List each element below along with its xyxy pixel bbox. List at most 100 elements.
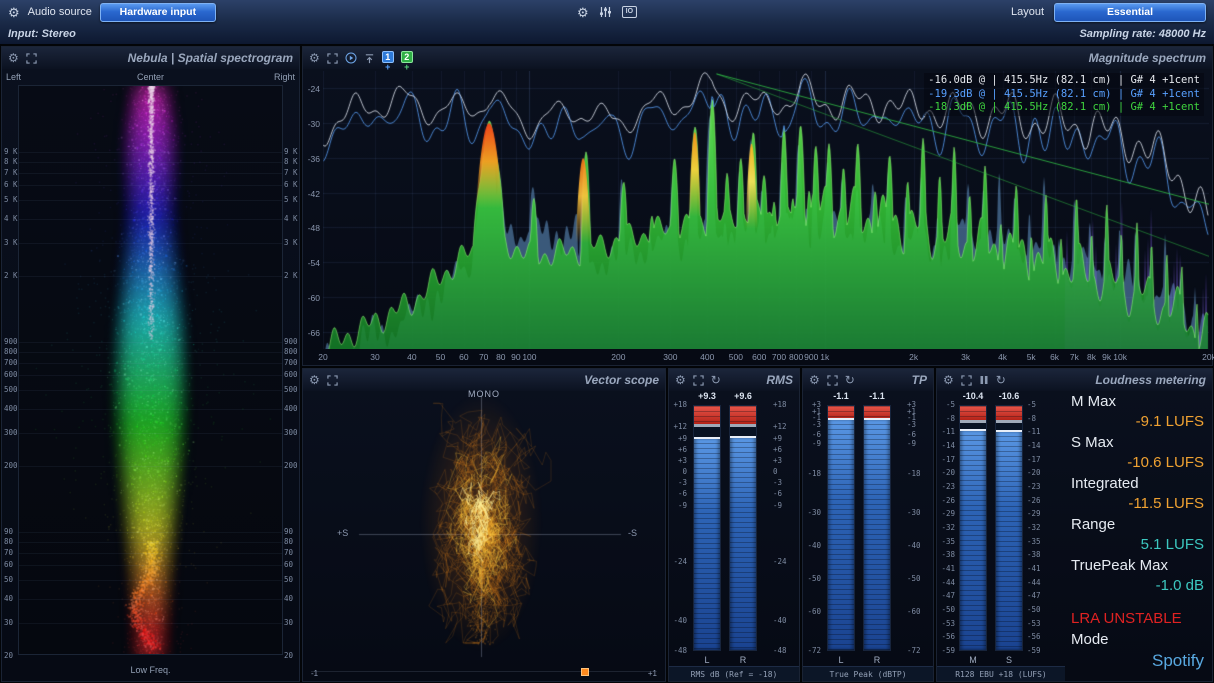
meter-tick-label: -9	[669, 502, 687, 510]
meter-tick-label: -60	[803, 608, 821, 616]
meter-peak-value: -10.6	[987, 391, 1031, 401]
spectrum-freq-tick: 20	[318, 352, 327, 362]
layout-label[interactable]: Layout	[1011, 6, 1044, 18]
essential-preset-button[interactable]: Essential	[1054, 3, 1206, 22]
spectrum-header: ⚙ 1 + 2 + Magnitude spectrum	[303, 47, 1212, 69]
loudness-mode-value[interactable]: Spotify	[1071, 651, 1204, 671]
loudness-footer: R128 EBU +18 (LUFS)	[937, 666, 1065, 681]
nebula-grid-line	[19, 276, 282, 277]
meter-bar-R	[863, 405, 891, 651]
meter-tick-label: -38	[937, 551, 955, 559]
meter-tick-label: -38	[1027, 551, 1051, 559]
meter-tick-label: -3	[803, 421, 821, 429]
meter-tick-label: -6	[907, 431, 931, 439]
nebula-freq-tick: 7 K	[4, 168, 18, 177]
meter-tick-label: -29	[1027, 510, 1051, 518]
tp-fullscreen-icon[interactable]	[827, 375, 838, 386]
loudness-reset-icon[interactable]: ↻	[996, 374, 1006, 386]
nebula-grid-line	[19, 623, 282, 624]
meter-tick-label: -50	[907, 575, 931, 583]
spectrum-peak-hold-icon[interactable]	[364, 53, 375, 64]
spectrum-title: Magnitude spectrum	[1089, 51, 1206, 65]
meter-tick-label: -50	[803, 575, 821, 583]
nebula-freq-tick: 2 K	[4, 271, 18, 280]
spectrum-readout-line: -16.0dB @ | 415.5Hz (82.1 cm) | G# 4 +1c…	[928, 74, 1200, 88]
loudness-scale-area: -5-5-8-8-11-11-14-14-17-17-20-20-23-23-2…	[937, 405, 1065, 651]
rms-settings-gear-icon[interactable]: ⚙	[675, 374, 686, 386]
spectrum-freq-tick: 900	[804, 352, 818, 362]
audio-source-gear-icon[interactable]: ⚙	[8, 6, 20, 19]
loudness-title: Loudness metering	[1095, 373, 1206, 387]
loudness-fullscreen-icon[interactable]	[961, 375, 972, 386]
nebula-freq-tick: 60	[284, 560, 293, 569]
meter-tick-label: -26	[1027, 497, 1051, 505]
loudness-settings-gear-icon[interactable]: ⚙	[943, 374, 954, 386]
meter-peak-hold-line	[864, 418, 890, 420]
io-routing-icon[interactable]: IO	[622, 6, 637, 18]
meter-tick-label: -30	[907, 509, 931, 517]
hardware-input-button[interactable]: Hardware input	[100, 3, 216, 22]
meter-tick-label: -50	[937, 606, 955, 614]
meter-tick-label: +9	[773, 435, 797, 443]
spectrum-fullscreen-icon[interactable]	[327, 53, 338, 64]
nebula-freq-tick: 400	[4, 404, 18, 413]
curve-1-badge[interactable]: 1 +	[382, 51, 394, 72]
meter-channel-label: R	[729, 655, 757, 665]
tp-settings-gear-icon[interactable]: ⚙	[809, 374, 820, 386]
spectrum-freq-tick: 10k	[1113, 352, 1127, 362]
nebula-spectrogram-panel: ⚙ Nebula | Spatial spectrogram Left Cent…	[1, 46, 300, 682]
nebula-channel-labels: Left Center Right	[18, 72, 283, 84]
meter-tick-label: -18	[907, 470, 931, 478]
loudness-stat-value: -11.5 LUFS	[1071, 495, 1204, 516]
loudness-pause-icon[interactable]	[979, 375, 989, 385]
meter-tick-label: -3	[907, 421, 931, 429]
meter-tick-label: -60	[907, 608, 931, 616]
spectrum-freq-tick: 500	[729, 352, 743, 362]
nebula-header: ⚙ Nebula | Spatial spectrogram	[2, 47, 299, 69]
nebula-fullscreen-icon[interactable]	[26, 53, 37, 64]
nebula-freq-tick: 6 K	[284, 180, 298, 189]
meter-tick-label: -50	[1027, 606, 1051, 614]
meter-peak-hold-line	[694, 437, 720, 439]
meter-tick-label: +18	[773, 401, 797, 409]
spectrum-db-tick: -24	[303, 84, 320, 94]
curve-2-badge[interactable]: 2 +	[401, 51, 413, 72]
spectrum-db-tick: -60	[303, 293, 320, 303]
meter-tick-label: -35	[937, 538, 955, 546]
nebula-plot-area	[18, 85, 283, 655]
meter-tick-label: -44	[937, 579, 955, 587]
nebula-freq-tick: 9 K	[4, 147, 18, 156]
meter-tick-label: +18	[669, 401, 687, 409]
spectrum-freq-tick: 3k	[961, 352, 970, 362]
nebula-grid-line	[19, 219, 282, 220]
meter-tick-label: +3	[773, 457, 797, 465]
loudness-stat-value: 5.1 LUFS	[1071, 536, 1204, 557]
spectrum-settings-gear-icon[interactable]: ⚙	[309, 52, 320, 64]
nebula-settings-gear-icon[interactable]: ⚙	[8, 52, 19, 64]
vector-settings-gear-icon[interactable]: ⚙	[309, 374, 320, 386]
settings-gear-icon[interactable]: ⚙	[577, 6, 589, 19]
meter-tick-label: -6	[803, 431, 821, 439]
meter-fill	[694, 438, 720, 650]
spectrum-play-pause-icon[interactable]	[345, 52, 357, 64]
nebula-freq-tick: 200	[4, 461, 18, 470]
loudness-stat-value: -1.0 dB	[1071, 577, 1204, 598]
rms-reset-icon[interactable]: ↻	[711, 374, 721, 386]
meter-peak-hold-line	[828, 418, 854, 420]
meter-tick-label: -47	[1027, 592, 1051, 600]
rms-fullscreen-icon[interactable]	[693, 375, 704, 386]
meter-peak-hold-line	[960, 429, 986, 431]
meter-peak-hold-line	[730, 436, 756, 438]
vector-fullscreen-icon[interactable]	[327, 375, 338, 386]
nebula-grid-line	[19, 409, 282, 410]
meter-tick-label: +9	[669, 435, 687, 443]
meter-tick-label: -44	[1027, 579, 1051, 587]
meter-tick-label: -72	[907, 647, 931, 655]
nebula-freq-tick: 40	[284, 594, 293, 603]
nebula-grid-line	[19, 553, 282, 554]
nebula-freq-tick: 7 K	[284, 168, 298, 177]
mixer-sliders-icon[interactable]	[599, 6, 612, 18]
tp-reset-icon[interactable]: ↻	[845, 374, 855, 386]
nebula-grid-line	[19, 565, 282, 566]
nebula-freq-tick: 4 K	[284, 214, 298, 223]
